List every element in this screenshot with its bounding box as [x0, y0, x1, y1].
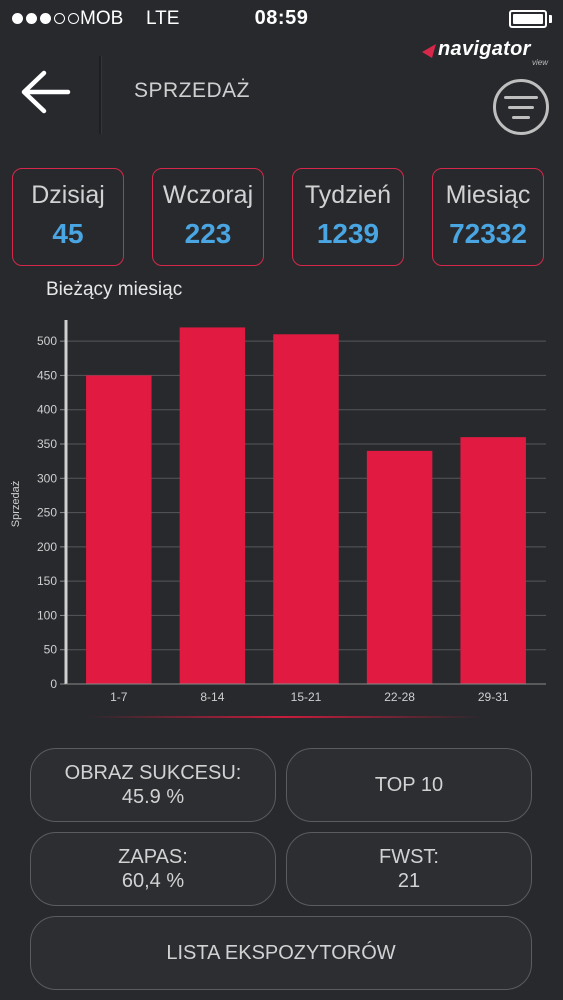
success-rate-button[interactable]: OBRAZ SUKCESU: 45.9 % [30, 748, 276, 822]
back-arrow-icon [21, 70, 71, 114]
battery-tip [549, 15, 552, 23]
fwst-button[interactable]: FWST: 21 [286, 832, 532, 906]
x-tick-label: 22-28 [384, 690, 415, 704]
y-tick-label: 500 [37, 334, 57, 348]
top10-label: TOP 10 [374, 774, 444, 796]
stock-label: ZAPAS: [118, 846, 188, 868]
stat-card-today[interactable]: Dzisiaj 45 [12, 168, 124, 266]
y-tick-label: 50 [44, 643, 58, 657]
y-axis-label: Sprzedaż [10, 481, 22, 527]
y-tick-label: 200 [37, 540, 57, 554]
y-tick-label: 450 [37, 368, 57, 382]
back-button[interactable] [18, 68, 74, 116]
y-tick-label: 400 [37, 403, 57, 417]
chart-underline [86, 716, 486, 718]
stat-label: Dzisiaj [31, 181, 105, 209]
x-tick-label: 29-31 [478, 690, 509, 704]
logo-arrow-icon [422, 44, 436, 58]
y-tick-label: 250 [37, 506, 57, 520]
stat-value: 72332 [449, 218, 527, 249]
chart-title: Bieżący miesiąc [46, 279, 183, 300]
sales-bar-chart: 0 50 100 150 200 250 300 350 400 450 500 1-7 8-14 15-… [10, 320, 546, 704]
stat-card-week[interactable]: Tydzień 1239 [292, 168, 404, 266]
exhibitors-list-label: LISTA EKSPOZYTORÓW [166, 942, 396, 964]
stock-button[interactable]: ZAPAS: 60,4 % [30, 832, 276, 906]
fwst-value: 21 [397, 870, 421, 892]
success-rate-label: OBRAZ SUKCESU: [64, 762, 242, 784]
stock-value: 60,4 % [121, 870, 185, 892]
y-tick-label: 150 [37, 574, 57, 588]
clock: 08:59 [254, 7, 309, 29]
stat-value: 1239 [316, 218, 380, 249]
x-tick-label: 15-21 [291, 690, 322, 704]
stat-label: Miesiąc [445, 181, 531, 209]
header-divider [99, 56, 101, 134]
y-tick-label: 100 [37, 608, 57, 622]
y-tick-label: 350 [37, 437, 57, 451]
bar [179, 327, 246, 684]
fwst-label: FWST: [379, 846, 439, 868]
stat-value: 45 [52, 218, 84, 249]
page-title: SPRZEDAŻ [134, 79, 251, 102]
brand-name: navigator [438, 38, 531, 60]
bar [86, 375, 152, 684]
stat-value: 223 [184, 218, 232, 249]
status-bar: MOB LTE 08:59 [0, 0, 563, 36]
top10-button[interactable]: TOP 10 [286, 748, 532, 822]
brand-sub: view [531, 58, 548, 67]
y-tick-label: 300 [37, 471, 57, 485]
bar [273, 334, 339, 684]
y-tick-label: 0 [50, 677, 57, 691]
x-tick-label: 8-14 [200, 690, 224, 704]
stat-card-month[interactable]: Miesiąc 72332 [432, 168, 544, 266]
filter-button[interactable] [493, 79, 549, 135]
x-tick-label: 1-7 [110, 690, 128, 704]
stat-label: Tydzień [304, 181, 392, 209]
stat-label: Wczoraj [162, 181, 254, 209]
bar [460, 437, 526, 684]
exhibitors-list-button[interactable]: LISTA EKSPOZYTORÓW [30, 916, 532, 990]
success-rate-value: 45.9 % [121, 786, 185, 808]
battery-icon [509, 10, 547, 28]
stat-card-yesterday[interactable]: Wczoraj 223 [152, 168, 264, 266]
bar [366, 450, 433, 684]
brand-logo: navigator view [420, 38, 550, 68]
